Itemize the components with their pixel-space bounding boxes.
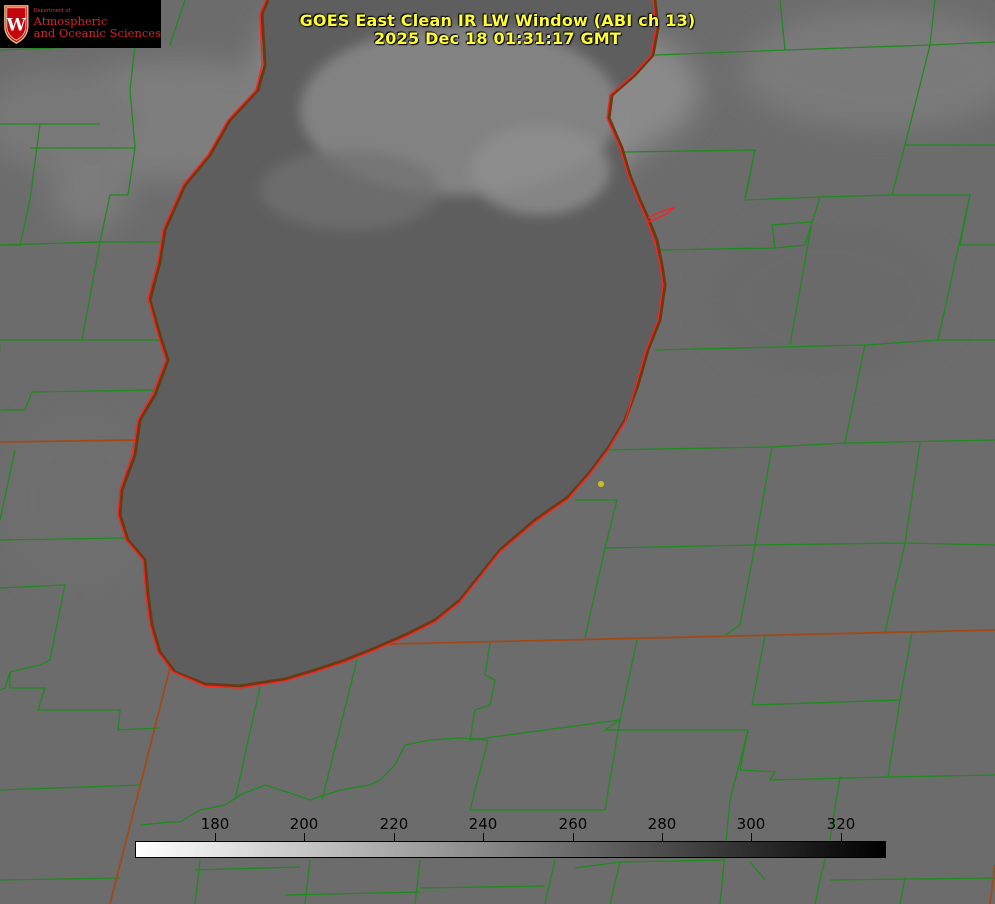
colorbar-tick [483,833,484,841]
station-dot-icon [598,481,604,487]
colorbar-tick-label: 240 [468,815,498,833]
colorbar-tick-label: 320 [826,815,856,833]
colorbar-tick [662,833,663,841]
colorbar-tick-label: 260 [558,815,588,833]
colorbar-tick [304,833,305,841]
colorbar-tick-label: 180 [200,815,230,833]
product-title: GOES East Clean IR LW Window (ABI ch 13) [299,11,696,30]
satellite-map: W Department of Atmospheric and Oceanic … [0,0,995,904]
colorbar-tick-label: 280 [647,815,677,833]
colorbar-tick-label: 300 [736,815,766,833]
colorbar-tick [394,833,395,841]
colorbar-tick [841,833,842,841]
colorbar-tick [751,833,752,841]
colorbar-tick [573,833,574,841]
colorbar-tick-label: 220 [379,815,409,833]
colorbar-tick-label: 200 [289,815,319,833]
map-canvas [0,0,995,904]
colorbar [135,841,886,858]
timestamp: 2025 Dec 18 01:31:17 GMT [373,29,622,48]
colorbar-tick [215,833,216,841]
